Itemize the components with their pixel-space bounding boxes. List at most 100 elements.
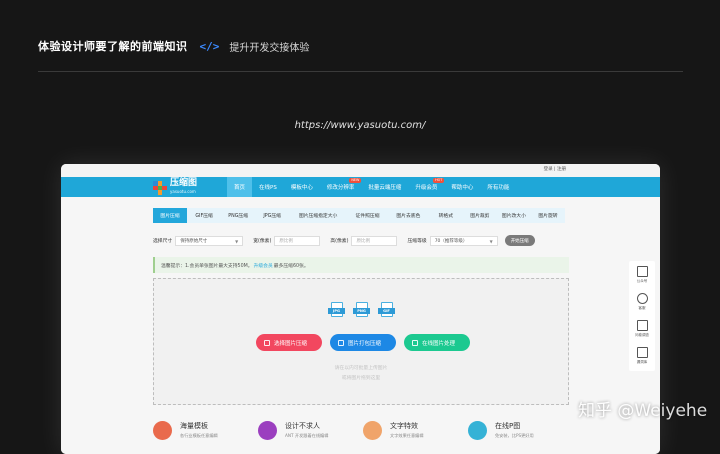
package-icon	[338, 339, 344, 346]
feature-item[interactable]: 设计不求人 ANT 开发跟着在线编辑	[258, 421, 363, 440]
button-label: 在线图片处理	[422, 340, 456, 347]
tab-convert-format[interactable]: 转格式	[429, 208, 463, 223]
tab-remove-bg[interactable]: 图片去底色	[388, 208, 429, 223]
nav-online-ps[interactable]: 在线PS	[252, 177, 284, 197]
tab-rotate[interactable]: 图片旋转	[531, 208, 565, 223]
sidebar-label: 漏洞库	[636, 359, 648, 364]
edit-icon	[412, 339, 418, 346]
website-screenshot: 登录 | 注册 压缩图 yasuotu.com 首页 在线PS 模板中心 修改分…	[61, 164, 660, 454]
layers-icon	[153, 421, 172, 440]
main-content: 图片压缩 GIF压缩 PNG压缩 JPG压缩 图片压缩指定大小 证件照压缩 图片…	[61, 197, 660, 454]
nav-label: 修改分辨率	[326, 185, 355, 191]
nav-all-features[interactable]: 所有功能	[480, 177, 516, 197]
nav-label: 帮助中心	[451, 185, 474, 191]
upload-icon	[264, 339, 270, 346]
tab-image-compress[interactable]: 图片压缩	[153, 208, 188, 223]
site-logo[interactable]: 压缩图 yasuotu.com	[153, 179, 197, 196]
size-select[interactable]: 保持原始尺寸 ▼	[175, 235, 244, 246]
batch-compress-button[interactable]: 图片打包压缩	[330, 334, 396, 351]
floating-sidebar: 公众号 客服 问卷调查 漏洞库	[629, 261, 655, 371]
slide-header: 体验设计师要了解的前端知识 </> 提升开发交接体验	[38, 36, 309, 56]
top-bar: 登录 | 注册	[61, 164, 660, 177]
tab-crop[interactable]: 图片裁剪	[463, 208, 497, 223]
png-file-icon: PNG	[353, 302, 370, 318]
tab-png-compress[interactable]: PNG压缩	[221, 208, 255, 223]
feature-desc: 免安装，比PS更好用	[495, 433, 534, 438]
site-url[interactable]: https://www.yasuotu.com/	[0, 120, 720, 131]
logo-domain: yasuotu.com	[170, 189, 196, 194]
notice-suffix: 最多压缩60张。	[273, 263, 309, 269]
level-select[interactable]: 70（推荐等级） ▼	[429, 235, 498, 246]
chevron-down-icon: ▼	[235, 238, 239, 244]
sidebar-label: 问卷调查	[635, 332, 649, 337]
sidebar-item-wechat[interactable]: 公众号	[629, 261, 655, 288]
text-effect-icon	[363, 421, 382, 440]
upload-dropzone[interactable]: JPG PNG GIF 选择图片压缩 图片打包压缩 在线图片处理 请在以内可批量…	[153, 278, 569, 405]
upgrade-link[interactable]: 升级会员	[254, 262, 273, 269]
slide-title: 体验设计师要了解的前端知识	[38, 40, 188, 53]
nav-resolution[interactable]: 修改分辨率 NEW	[320, 177, 362, 197]
tab-gif-compress[interactable]: GIF压缩	[187, 208, 221, 223]
sidebar-item-library[interactable]: 漏洞库	[629, 342, 655, 369]
sidebar-item-survey[interactable]: 问卷调查	[629, 315, 655, 342]
login-register-link[interactable]: 登录 | 注册	[544, 166, 566, 172]
tab-id-photo[interactable]: 证件照压缩	[347, 208, 388, 223]
drop-hint: 请在以内可批量上传图片	[334, 366, 388, 371]
new-badge: NEW	[349, 178, 362, 183]
palette-icon	[258, 421, 277, 440]
jpg-file-icon: JPG	[328, 302, 345, 318]
sidebar-item-support[interactable]: 客服	[629, 288, 655, 315]
watermark: 知乎 @Weiyehe	[578, 401, 708, 421]
header-divider	[38, 71, 683, 72]
nav-label: 在线PS	[259, 185, 277, 191]
start-compress-button[interactable]: 开始压缩	[504, 235, 535, 246]
feature-title: 文字特效	[390, 422, 418, 430]
qrcode-icon	[636, 265, 648, 277]
width-label: 宽(像素)	[253, 239, 272, 244]
online-edit-button[interactable]: 在线图片处理	[404, 334, 470, 351]
button-label: 选择图片压缩	[274, 340, 308, 347]
brush-icon	[468, 421, 487, 440]
tab-resize[interactable]: 图片改大小	[497, 208, 531, 223]
nav-label: 模板中心	[290, 185, 313, 191]
feature-item[interactable]: 在线P图 免安装，比PS更好用	[468, 421, 573, 440]
nav-home[interactable]: 首页	[227, 177, 253, 197]
slide-subtitle: 提升开发交接体验	[229, 42, 310, 54]
feature-item[interactable]: 文字特效文字效果任意编辑	[363, 421, 468, 440]
tab-compress-to-size[interactable]: 图片压缩指定大小	[289, 208, 347, 223]
logo-mark-icon	[153, 180, 167, 195]
code-icon: </>	[199, 39, 220, 53]
feature-desc: 文字效果任意编辑	[390, 433, 424, 438]
button-label: 图片打包压缩	[348, 340, 382, 347]
png-tag: PNG	[353, 308, 370, 314]
feature-title: 设计不求人	[285, 422, 320, 430]
tab-jpg-compress[interactable]: JPG压缩	[255, 208, 289, 223]
tool-tabs: 图片压缩 GIF压缩 PNG压缩 JPG压缩 图片压缩指定大小 证件照压缩 图片…	[153, 208, 565, 223]
sidebar-label: 公众号	[636, 278, 648, 283]
nav-templates[interactable]: 模板中心	[284, 177, 320, 197]
notice-text: 温馨提示：1.会员单张图片最大支持50M。	[161, 263, 253, 269]
nav-label: 所有功能	[487, 185, 510, 191]
size-label: 选择尺寸	[153, 239, 173, 244]
feature-title: 海量模板	[180, 422, 208, 430]
select-images-button[interactable]: 选择图片压缩	[256, 334, 322, 351]
feature-item[interactable]: 海量模板各行业模板任意编辑	[153, 421, 258, 440]
gif-tag: GIF	[378, 308, 395, 314]
width-input[interactable]: 原比例	[274, 235, 321, 246]
compress-options: 选择尺寸 保持原始尺寸 ▼ 宽(像素) 原比例 高(像素) 原比例 压缩等级 7…	[153, 235, 535, 246]
nav-upgrade[interactable]: 升级会员 HOT	[408, 177, 445, 197]
nav-label: 批量云端压缩	[368, 185, 402, 191]
hot-badge: HOT	[433, 178, 445, 183]
headset-icon	[636, 292, 648, 304]
main-nav: 压缩图 yasuotu.com 首页 在线PS 模板中心 修改分辨率 NEW 批量…	[61, 177, 660, 197]
height-input[interactable]: 原比例	[351, 235, 398, 246]
feature-desc: 各行业模板任意编辑	[180, 433, 218, 438]
file-type-icons: JPG PNG GIF	[324, 302, 399, 318]
nav-label: 升级会员	[415, 185, 438, 191]
level-label: 压缩等级	[407, 239, 427, 244]
height-label: 高(像素)	[330, 239, 349, 244]
feature-list: 海量模板各行业模板任意编辑 设计不求人 ANT 开发跟着在线编辑 文字特效文字效果…	[153, 421, 573, 440]
nav-help[interactable]: 帮助中心	[444, 177, 480, 197]
nav-batch-compress[interactable]: 批量云端压缩	[361, 177, 408, 197]
folder-icon	[636, 346, 648, 358]
